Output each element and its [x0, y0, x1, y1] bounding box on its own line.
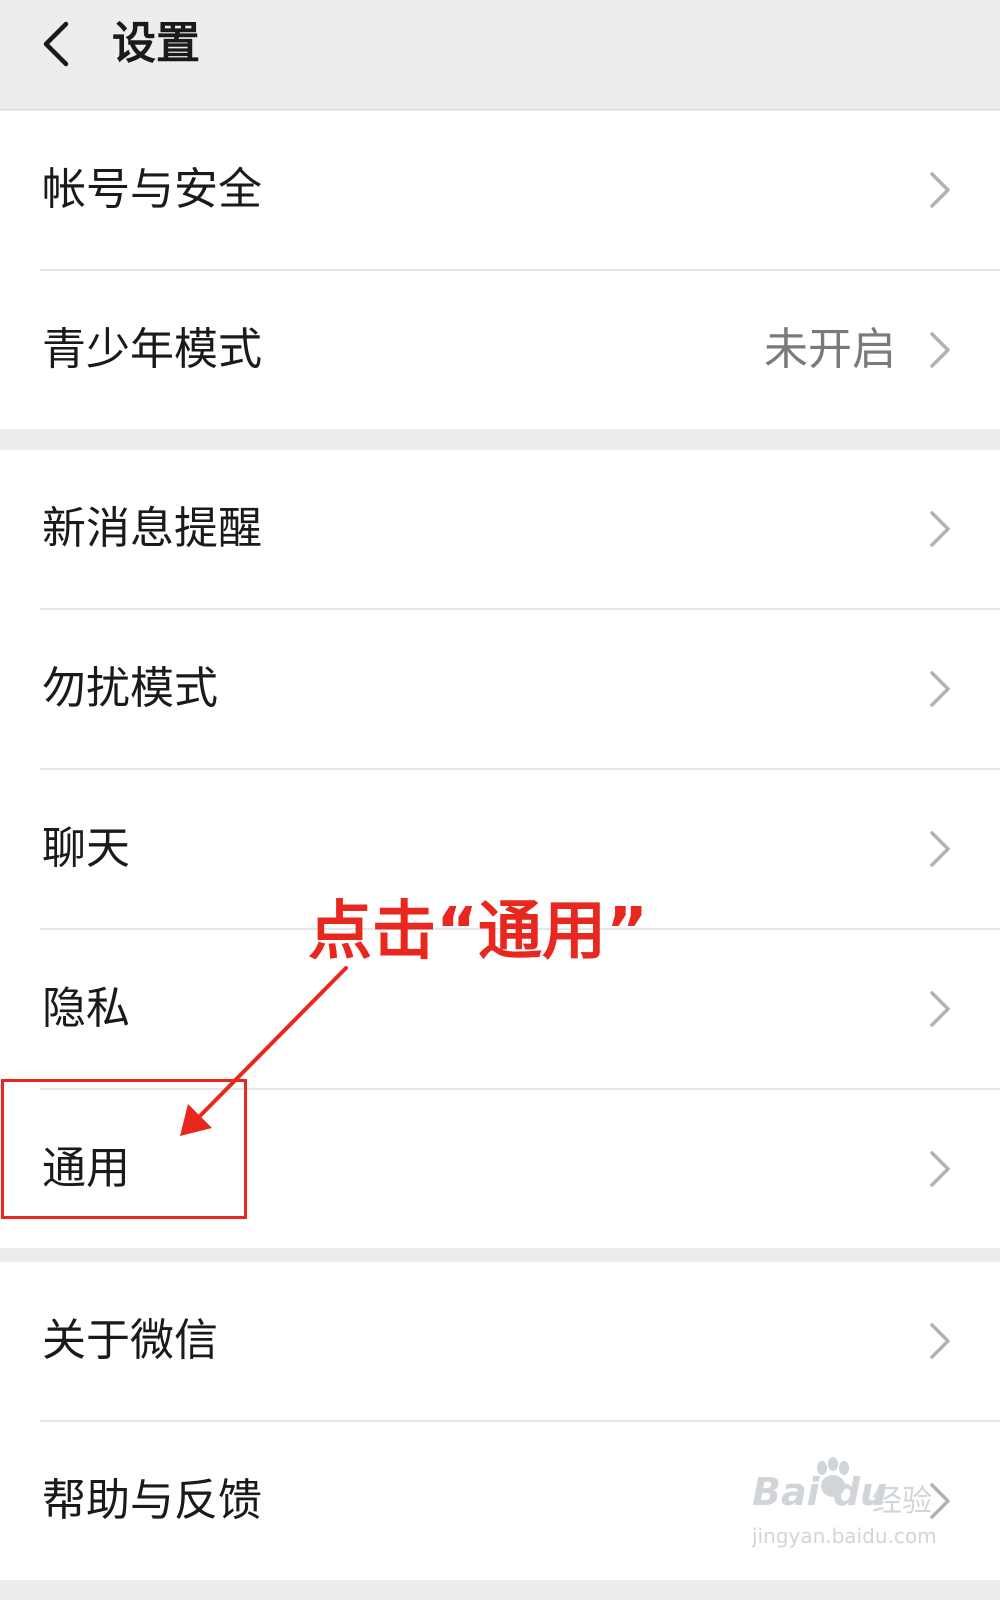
chevron-right-icon — [930, 1323, 950, 1359]
settings-item-teen-mode[interactable]: 青少年模式 未开启 — [0, 271, 1000, 429]
settings-item-label: 隐私 — [42, 983, 130, 1034]
chevron-right-icon — [930, 1151, 950, 1187]
settings-item-label: 聊天 — [42, 823, 130, 874]
highlight-box — [1, 1079, 247, 1219]
chevron-right-icon — [930, 172, 950, 208]
settings-item-label: 关于微信 — [42, 1315, 218, 1366]
settings-item-new-message-alerts[interactable]: 新消息提醒 — [0, 450, 1000, 608]
chevron-right-icon — [930, 671, 950, 707]
settings-item-account-security[interactable]: 帐号与安全 — [0, 111, 1000, 269]
watermark-sub: 经验 — [872, 1484, 932, 1519]
settings-item-label: 新消息提醒 — [42, 503, 262, 554]
settings-item-status: 未开启 — [764, 324, 896, 375]
settings-item-about-wechat[interactable]: 关于微信 — [0, 1262, 1000, 1420]
chevron-right-icon — [930, 831, 950, 867]
baidu-jingyan-watermark: Bai du 经验 jingyan.baidu.com — [752, 1456, 992, 1576]
settings-item-label: 帮助与反馈 — [42, 1475, 262, 1526]
watermark-url: jingyan.baidu.com — [752, 1524, 937, 1548]
chevron-right-icon — [930, 511, 950, 547]
settings-item-do-not-disturb[interactable]: 勿扰模式 — [0, 610, 1000, 768]
chevron-right-icon — [930, 991, 950, 1027]
settings-item-label: 勿扰模式 — [42, 663, 218, 714]
watermark-brand: Bai du — [752, 1470, 888, 1514]
top-bar: 设置 — [0, 0, 1000, 110]
page-title: 设置 — [112, 18, 200, 69]
settings-item-label: 青少年模式 — [42, 324, 262, 375]
chevron-left-icon[interactable] — [38, 20, 78, 68]
settings-group-account: 帐号与安全 青少年模式 未开启 — [0, 111, 1000, 429]
annotation-label: 点击“通用” — [308, 895, 649, 969]
settings-item-label: 帐号与安全 — [42, 164, 262, 215]
chevron-right-icon — [930, 332, 950, 368]
